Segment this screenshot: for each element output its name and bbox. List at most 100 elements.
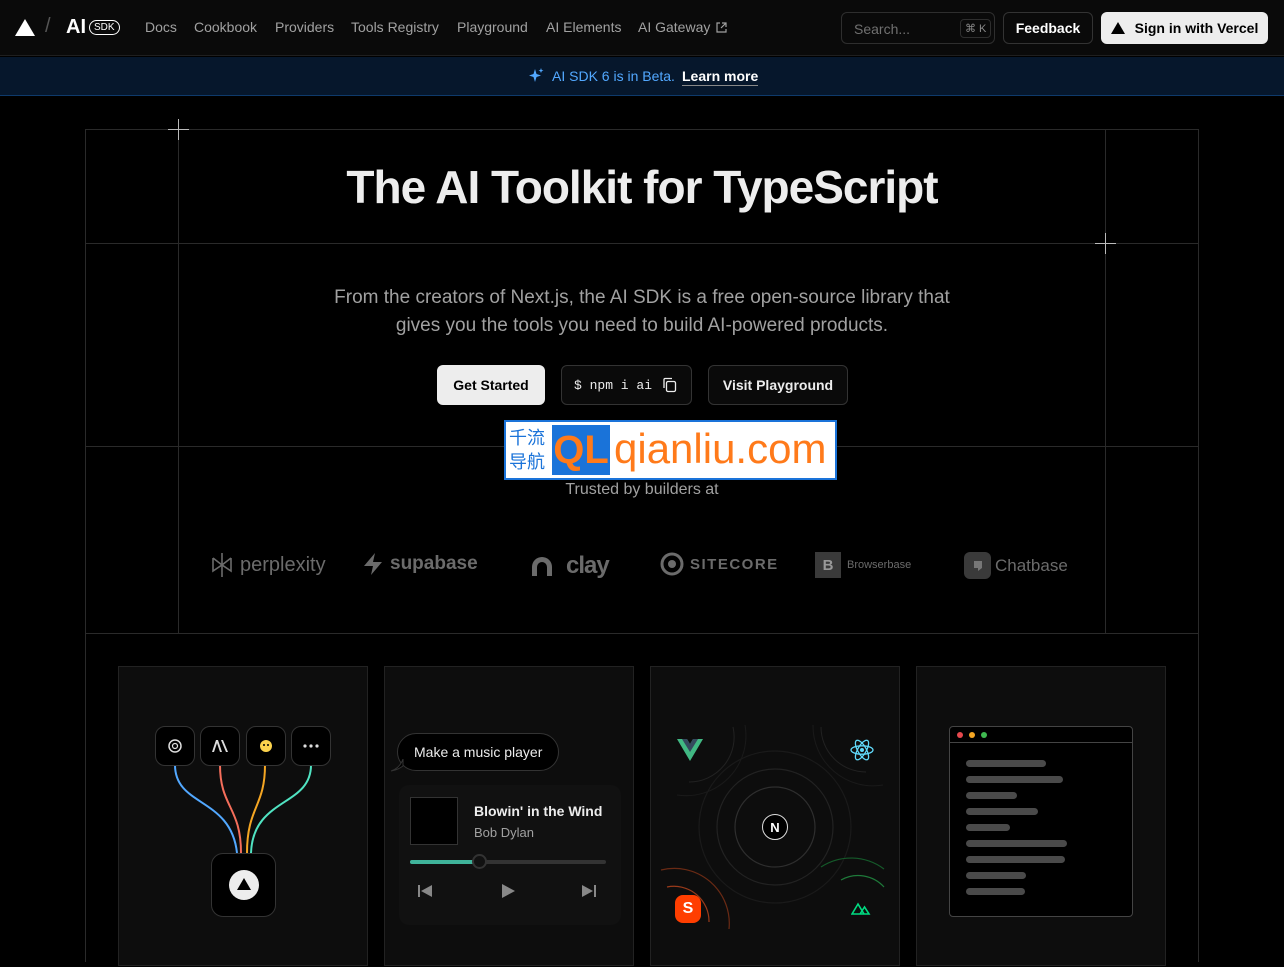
openai-icon bbox=[155, 726, 195, 766]
feedback-button[interactable]: Feedback bbox=[1003, 12, 1093, 44]
logo-chatbase: Chatbase bbox=[964, 552, 1068, 579]
svelte-icon: S bbox=[675, 895, 701, 923]
sign-in-button[interactable]: Sign in with Vercel bbox=[1101, 12, 1268, 44]
grid-line bbox=[85, 633, 1199, 634]
window-minimize-icon bbox=[969, 732, 975, 738]
window-maximize-icon bbox=[981, 732, 987, 738]
search-placeholder: Search... bbox=[854, 21, 911, 37]
get-started-button[interactable]: Get Started bbox=[437, 365, 545, 405]
anthropic-icon bbox=[200, 726, 240, 766]
hero-subtitle-line-2: gives you the tools you need to build AI… bbox=[395, 315, 889, 336]
song-title: Blowin' in the Wind bbox=[474, 803, 603, 819]
more-providers-icon bbox=[291, 726, 331, 766]
brand-slash: / bbox=[45, 15, 51, 37]
feature-card-frameworks: N S bbox=[650, 666, 900, 966]
progress-track[interactable] bbox=[410, 854, 606, 869]
hero-title: The AI Toolkit for TypeScript bbox=[346, 161, 938, 213]
nav-link-ai-gateway[interactable]: AI Gateway bbox=[638, 19, 710, 35]
song-artist: Bob Dylan bbox=[474, 825, 534, 840]
clay-icon bbox=[532, 557, 552, 576]
sign-in-label: Sign in with Vercel bbox=[1134, 20, 1259, 36]
nav-link-providers[interactable]: Providers bbox=[275, 19, 334, 35]
sitecore-icon bbox=[660, 552, 684, 576]
grid-line bbox=[85, 129, 86, 962]
crosshair-icon bbox=[1095, 233, 1116, 254]
feature-card-generative-ui: Make a music player Blowin' in the Wind … bbox=[384, 666, 634, 966]
progress-fill bbox=[410, 860, 479, 864]
supabase-icon bbox=[364, 553, 382, 575]
top-navigation: / AI SDK Docs Cookbook Providers Tools R… bbox=[0, 0, 1284, 56]
browserbase-icon: B bbox=[815, 552, 841, 578]
ai-sdk-hub-icon bbox=[211, 853, 276, 917]
ai-sdk-logo[interactable]: AI SDK bbox=[66, 16, 120, 39]
banner-learn-more-link[interactable]: Learn more bbox=[682, 68, 759, 86]
logo-supabase-text: supabase bbox=[390, 553, 478, 574]
code-line bbox=[966, 824, 1010, 831]
brand-text: AI bbox=[66, 16, 86, 38]
nav-link-ai-elements[interactable]: AI Elements bbox=[546, 19, 621, 35]
code-line bbox=[966, 888, 1025, 895]
hero-subtitle-line-1: From the creators of Next.js, the AI SDK… bbox=[334, 287, 950, 308]
code-line bbox=[966, 808, 1038, 815]
vercel-logo-icon[interactable] bbox=[15, 19, 35, 36]
previous-track-icon[interactable] bbox=[417, 883, 433, 899]
watermark-mark: QL bbox=[552, 425, 610, 475]
logo-perplexity: perplexity bbox=[210, 552, 326, 578]
chatbase-icon bbox=[964, 552, 991, 579]
huggingface-icon bbox=[246, 726, 286, 766]
logo-sitecore: SITECORE bbox=[660, 552, 779, 576]
play-icon[interactable] bbox=[500, 883, 516, 899]
music-player-widget: Blowin' in the Wind Bob Dylan bbox=[399, 785, 621, 925]
install-command-box[interactable]: $ npm i ai bbox=[561, 365, 692, 405]
provider-connections-graphic bbox=[174, 764, 312, 854]
watermark-logo: 千流 导航 QL qianliu.com bbox=[504, 420, 837, 480]
grid-line bbox=[1198, 129, 1199, 962]
logo-supabase: supabase bbox=[362, 552, 478, 576]
vue-icon bbox=[669, 729, 711, 771]
code-window bbox=[949, 726, 1133, 917]
trusted-label: Trusted by builders at bbox=[565, 481, 719, 498]
chat-prompt-bubble: Make a music player bbox=[397, 733, 560, 771]
feature-card-code bbox=[916, 666, 1166, 966]
logo-browserbase: B Browserbase bbox=[815, 552, 911, 578]
announcement-banner: AI SDK 6 is in Beta. Learn more bbox=[0, 57, 1284, 96]
sparkle-icon bbox=[529, 68, 544, 82]
install-command: $ npm i ai bbox=[574, 377, 653, 393]
search-shortcut-badge: ⌘ K bbox=[960, 19, 992, 38]
window-close-icon bbox=[957, 732, 963, 738]
perplexity-icon bbox=[212, 553, 232, 577]
search-input[interactable]: Search... ⌘ K bbox=[841, 12, 995, 44]
code-line bbox=[966, 856, 1065, 863]
next-track-icon[interactable] bbox=[581, 883, 597, 899]
vercel-triangle-icon bbox=[1110, 22, 1125, 34]
code-line bbox=[966, 792, 1017, 799]
feature-card-providers bbox=[118, 666, 368, 966]
watermark-cn-2: 导航 bbox=[509, 452, 545, 472]
external-link-icon bbox=[716, 22, 727, 33]
logo-clay-text: clay bbox=[566, 552, 610, 579]
nav-link-docs[interactable]: Docs bbox=[145, 19, 177, 35]
copy-icon[interactable] bbox=[662, 377, 677, 393]
visit-playground-button[interactable]: Visit Playground bbox=[708, 365, 848, 405]
progress-handle[interactable] bbox=[471, 854, 487, 869]
crosshair-icon bbox=[168, 119, 189, 140]
nuxt-icon bbox=[847, 894, 875, 922]
nav-link-cookbook[interactable]: Cookbook bbox=[194, 19, 257, 35]
banner-text: AI SDK 6 is in Beta. bbox=[552, 68, 675, 84]
code-line bbox=[966, 776, 1063, 783]
nav-link-tools-registry[interactable]: Tools Registry bbox=[351, 19, 439, 35]
react-icon bbox=[841, 729, 883, 771]
logo-perplexity-text: perplexity bbox=[240, 553, 326, 576]
album-art bbox=[410, 797, 458, 845]
watermark-domain: qianliu.com bbox=[614, 425, 827, 472]
brand-badge: SDK bbox=[89, 20, 120, 35]
logo-browserbase-text: Browserbase bbox=[847, 559, 912, 571]
nav-link-playground[interactable]: Playground bbox=[457, 19, 528, 35]
logo-clay: clay bbox=[530, 552, 610, 580]
bubble-tail-icon bbox=[391, 759, 404, 772]
code-line bbox=[966, 760, 1046, 767]
grid-line bbox=[85, 243, 1199, 244]
grid-line bbox=[85, 129, 1199, 130]
window-titlebar bbox=[950, 727, 1132, 743]
logo-sitecore-text: SITECORE bbox=[690, 555, 779, 573]
